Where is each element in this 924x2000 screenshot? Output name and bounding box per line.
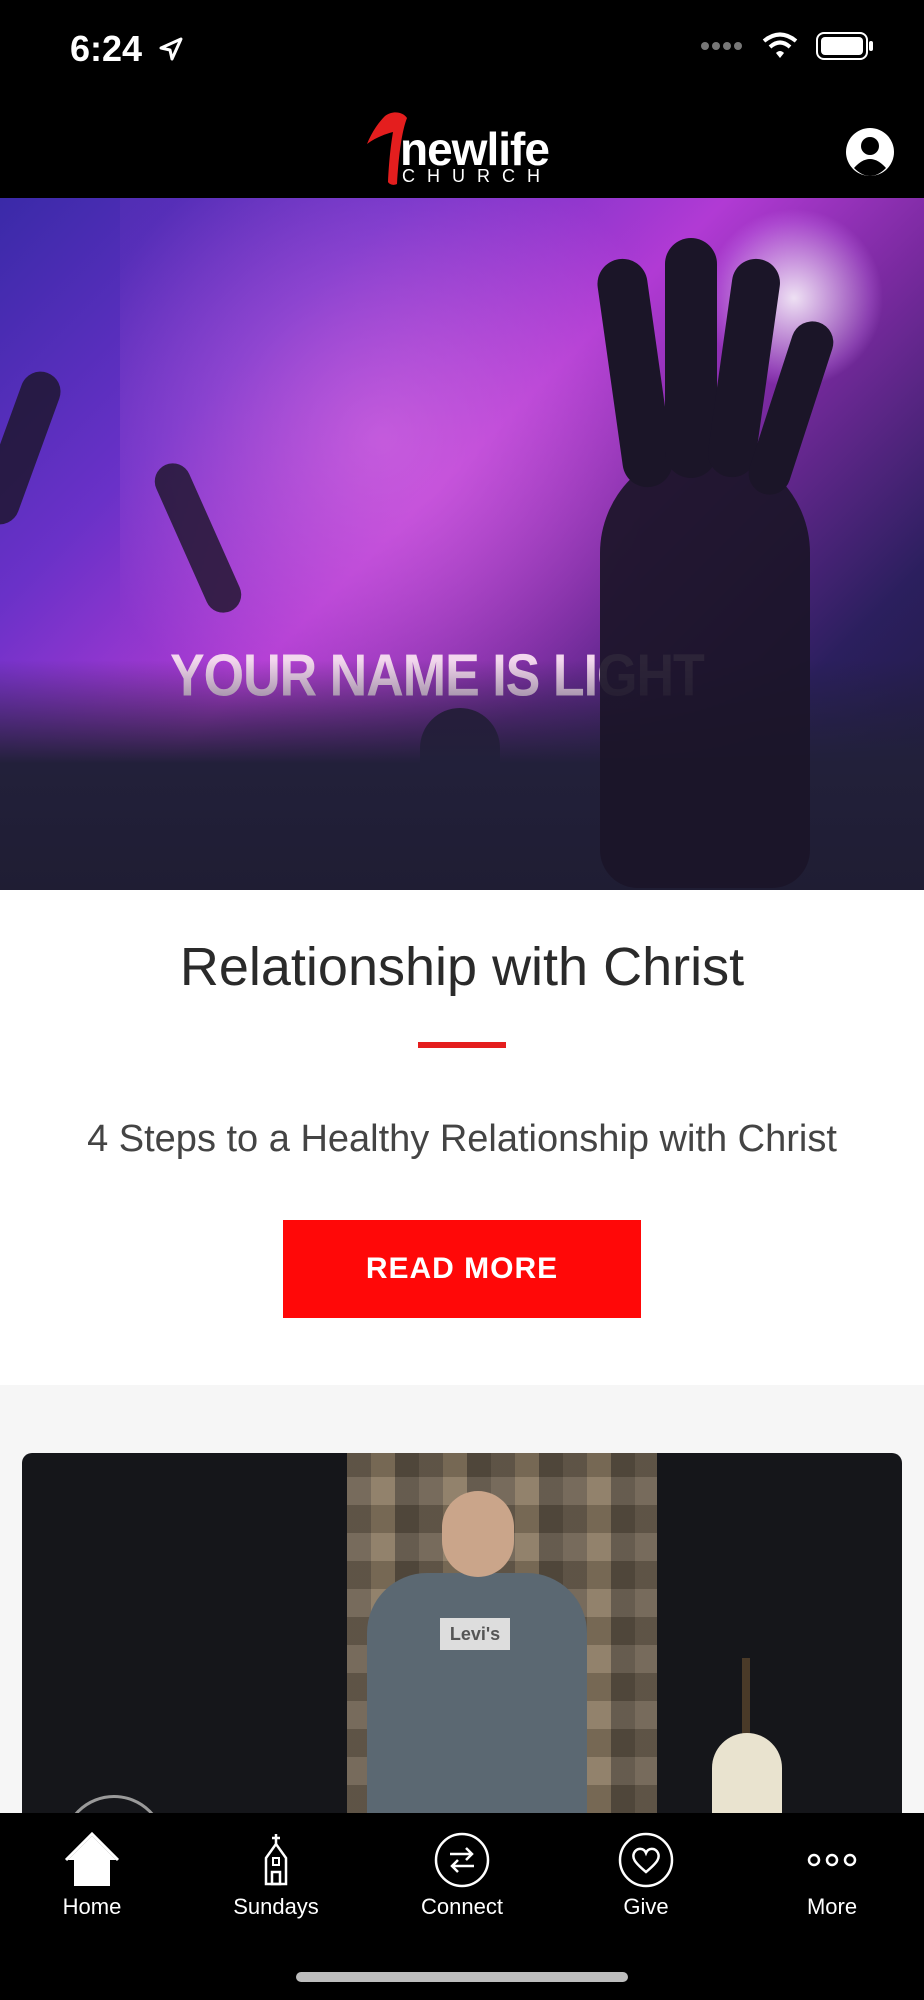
- finger-shape: [0, 365, 67, 531]
- status-indicators: [700, 32, 874, 60]
- status-time: 6:24: [70, 28, 143, 69]
- read-more-button[interactable]: READ MORE: [283, 1220, 641, 1318]
- tab-label: Connect: [421, 1894, 503, 1919]
- signal-icon: [701, 42, 742, 50]
- speaker-head: [442, 1491, 514, 1577]
- shirt-logo: Levi's: [440, 1618, 510, 1650]
- speaker-figure: [367, 1573, 587, 1813]
- wifi-icon: [762, 32, 798, 58]
- battery-icon: [816, 32, 873, 60]
- title-divider: [418, 1042, 506, 1048]
- tab-sundays[interactable]: Sundays: [184, 1830, 368, 1940]
- status-bar: 6:24: [0, 0, 924, 100]
- home-indicator[interactable]: [296, 1972, 628, 1982]
- location-arrow-icon: [159, 37, 183, 61]
- profile-icon[interactable]: [844, 126, 896, 178]
- article-subtitle: 4 Steps to a Healthy Relationship with C…: [87, 1118, 837, 1160]
- article-title: Relationship with Christ: [179, 937, 745, 997]
- more-icon: [807, 1853, 857, 1867]
- home-icon: [64, 1831, 120, 1886]
- video-thumbnail[interactable]: Levi's: [22, 1453, 902, 1813]
- logo-subtext: CHURCH: [402, 166, 552, 186]
- guitar-body: [712, 1733, 782, 1813]
- tab-label: More: [806, 1894, 858, 1919]
- tab-connect[interactable]: Connect: [370, 1830, 554, 1940]
- heart-icon: [618, 1832, 674, 1888]
- tab-label: Home: [62, 1894, 122, 1919]
- tab-label: Sundays: [233, 1894, 319, 1919]
- tab-more[interactable]: More: [740, 1830, 924, 1940]
- raised-hand-silhouette: [600, 448, 810, 888]
- hero-image[interactable]: YOUR NAME IS LIGHT: [0, 198, 924, 890]
- tab-home[interactable]: Home: [0, 1830, 184, 1940]
- tab-label: Give: [623, 1894, 669, 1919]
- connect-icon: [434, 1832, 490, 1888]
- church-icon: [264, 1834, 288, 1886]
- tab-give[interactable]: Give: [554, 1830, 738, 1940]
